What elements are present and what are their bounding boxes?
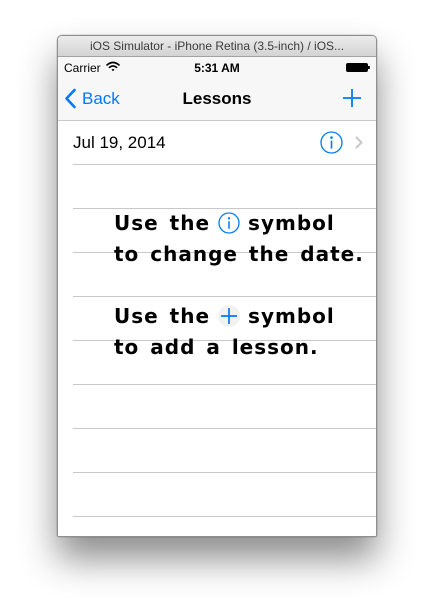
status-bar: Carrier 5:31 AM xyxy=(58,57,376,77)
info-hint-after: symbol xyxy=(248,211,335,235)
add-hint: Use the symbol to add a lesson. xyxy=(114,301,364,363)
navigation-bar: Back Lessons xyxy=(58,77,376,121)
date-label: Jul 19, 2014 xyxy=(73,133,166,152)
add-hint-line2: to add a lesson. xyxy=(114,335,319,359)
window-titlebar[interactable]: iOS Simulator - iPhone Retina (3.5-inch)… xyxy=(58,36,376,57)
chevron-left-icon xyxy=(65,88,76,109)
info-icon xyxy=(218,211,240,234)
row-separator xyxy=(73,296,376,297)
lessons-list: Jul 19, 2014 Use the symbol to change th… xyxy=(58,121,376,517)
date-row[interactable]: Jul 19, 2014 xyxy=(58,121,376,164)
row-separator xyxy=(73,516,376,517)
add-hint-before: Use the xyxy=(114,304,211,328)
simulator-window: iOS Simulator - iPhone Retina (3.5-inch)… xyxy=(57,35,377,537)
info-hint: Use the symbol to change the date. xyxy=(114,208,364,270)
chevron-right-icon xyxy=(355,136,363,149)
back-button-label: Back xyxy=(82,88,120,108)
info-icon[interactable] xyxy=(320,131,343,154)
status-time: 5:31 AM xyxy=(194,61,240,75)
add-hint-after: symbol xyxy=(248,304,335,328)
battery-icon xyxy=(346,63,370,72)
window-title: iOS Simulator - iPhone Retina (3.5-inch)… xyxy=(89,39,345,53)
add-lesson-button[interactable] xyxy=(342,88,362,108)
row-separator xyxy=(73,384,376,385)
back-button[interactable]: Back xyxy=(64,77,120,120)
row-separator xyxy=(73,472,376,473)
info-hint-line2: to change the date. xyxy=(114,242,364,266)
row-separator xyxy=(73,428,376,429)
device-screen: Carrier 5:31 AM Back Lessons Jul 19, 201… xyxy=(58,57,376,536)
row-separator xyxy=(73,164,376,165)
add-hint-line1: Use the symbol xyxy=(114,301,364,332)
plus-icon xyxy=(218,304,241,327)
plus-icon xyxy=(343,89,361,107)
info-hint-line1: Use the symbol xyxy=(114,208,364,239)
info-hint-before: Use the xyxy=(114,211,211,235)
